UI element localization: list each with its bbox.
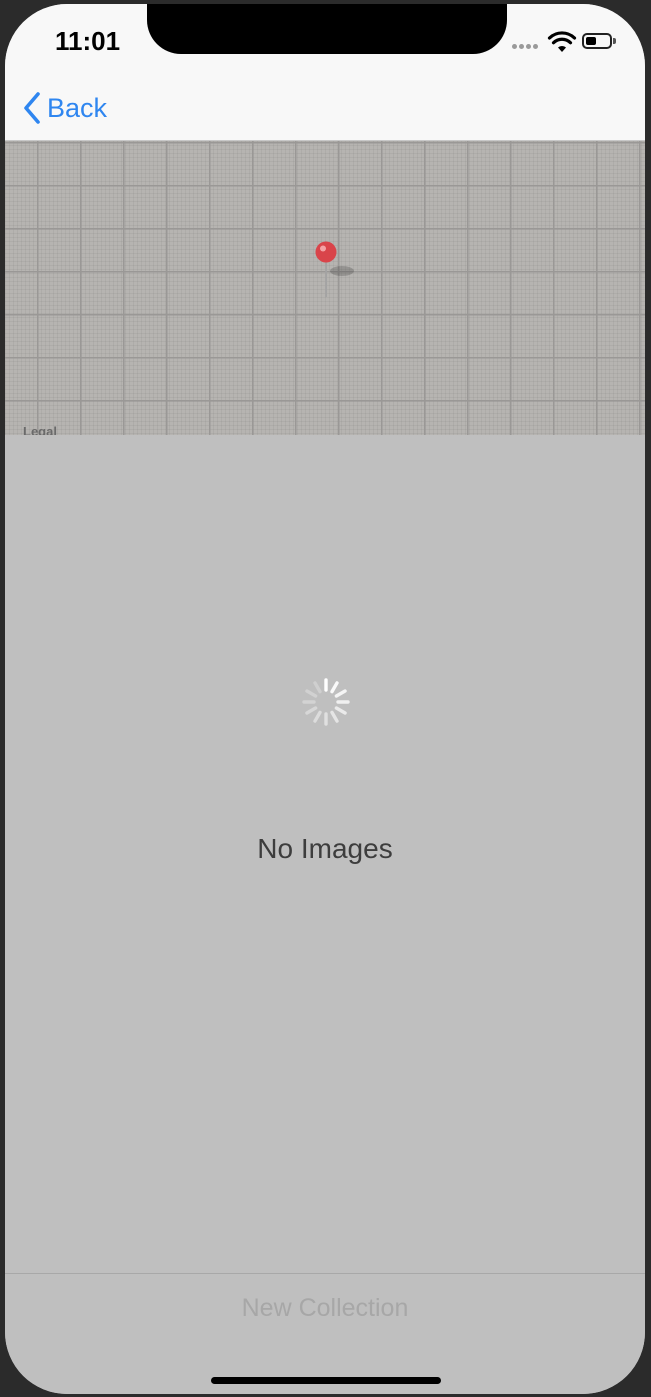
- cellular-signal-icon: [512, 44, 546, 52]
- status-bar: 11:01: [5, 4, 645, 58]
- map-pin-icon[interactable]: [315, 241, 355, 303]
- map-view[interactable]: Legal: [5, 141, 645, 439]
- empty-state-label: No Images: [257, 833, 393, 864]
- spinner-icon: [302, 678, 350, 726]
- new-collection-button[interactable]: New Collection: [5, 1294, 645, 1323]
- back-button[interactable]: Back: [23, 88, 107, 128]
- home-indicator[interactable]: [211, 1377, 441, 1384]
- back-button-label: Back: [47, 92, 108, 123]
- navigation-bar: Back: [5, 58, 645, 141]
- device-notch: [147, 4, 507, 54]
- status-time: 11:01: [55, 26, 121, 56]
- photo-collection-area: No Images: [5, 435, 645, 1275]
- battery-icon: [582, 33, 616, 49]
- bottom-toolbar: New Collection: [5, 1273, 645, 1394]
- wifi-icon: [547, 31, 577, 52]
- chevron-left-icon: [24, 92, 40, 124]
- device-screen: 11:01 Back Legal No Images New Collectio…: [5, 4, 645, 1394]
